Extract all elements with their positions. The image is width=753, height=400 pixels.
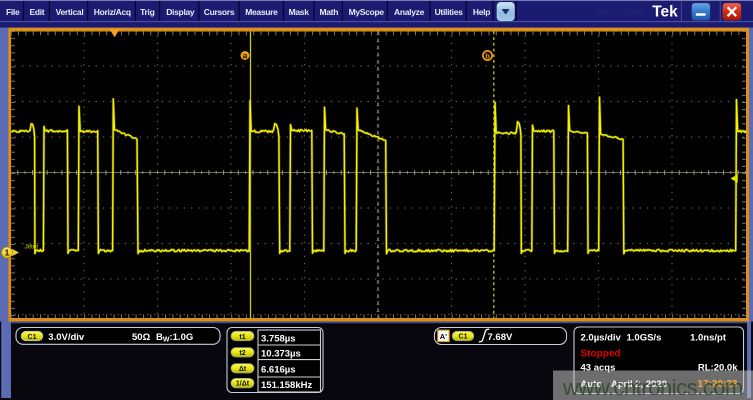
svg-text:File: File [6, 7, 20, 17]
svg-text:Utilities: Utilities [435, 7, 464, 17]
svg-text:Math: Math [319, 7, 338, 17]
svg-text:2.0µs/div: 2.0µs/div [581, 333, 622, 344]
svg-text:Mask: Mask [289, 7, 310, 17]
svg-text:t2: t2 [239, 350, 245, 357]
svg-text:a: a [243, 51, 248, 61]
svg-text:A': A' [440, 332, 447, 341]
svg-text:3.0V/div: 3.0V/div [48, 332, 85, 343]
svg-text:Δt: Δt [239, 366, 247, 373]
svg-text:MyScope: MyScope [349, 7, 385, 17]
svg-text:Display: Display [166, 7, 195, 17]
svg-text:Analyze: Analyze [394, 7, 425, 17]
svg-text:t1: t1 [239, 334, 245, 341]
svg-text:7.68V: 7.68V [488, 332, 513, 343]
svg-text:1: 1 [5, 248, 10, 258]
svg-text:www.cntronics.com: www.cntronics.com [562, 375, 743, 400]
svg-text:Horiz/Acq: Horiz/Acq [94, 7, 131, 17]
svg-text:Tek: Tek [652, 4, 678, 21]
svg-text:1/Δt: 1/Δt [236, 381, 250, 388]
svg-text:1.0GS/s: 1.0GS/s [627, 333, 662, 344]
svg-text:Edit: Edit [29, 7, 44, 17]
svg-text:Cursors: Cursors [204, 7, 235, 17]
svg-text:DPO7104C: DPO7104C [596, 7, 645, 18]
svg-text:Stopped: Stopped [581, 349, 621, 360]
svg-text:b: b [485, 51, 490, 60]
svg-text:Help: Help [473, 7, 490, 17]
svg-text:C1: C1 [459, 334, 468, 341]
svg-text:Measure: Measure [245, 7, 278, 17]
svg-text:3.758µs: 3.758µs [261, 334, 296, 345]
svg-text:6.616µs: 6.616µs [261, 364, 296, 375]
svg-text:1.0ns/pt: 1.0ns/pt [690, 333, 727, 344]
svg-text:Jitter: Jitter [25, 244, 40, 251]
svg-text:Vertical: Vertical [56, 7, 84, 17]
svg-text:151.158kHz: 151.158kHz [261, 380, 312, 391]
svg-text:50Ω: 50Ω [132, 332, 151, 343]
svg-text:Trig: Trig [140, 7, 154, 17]
svg-text:C1: C1 [28, 334, 37, 341]
svg-text:10.373µs: 10.373µs [261, 348, 301, 359]
svg-text:BW:1.0G: BW:1.0G [156, 332, 193, 344]
